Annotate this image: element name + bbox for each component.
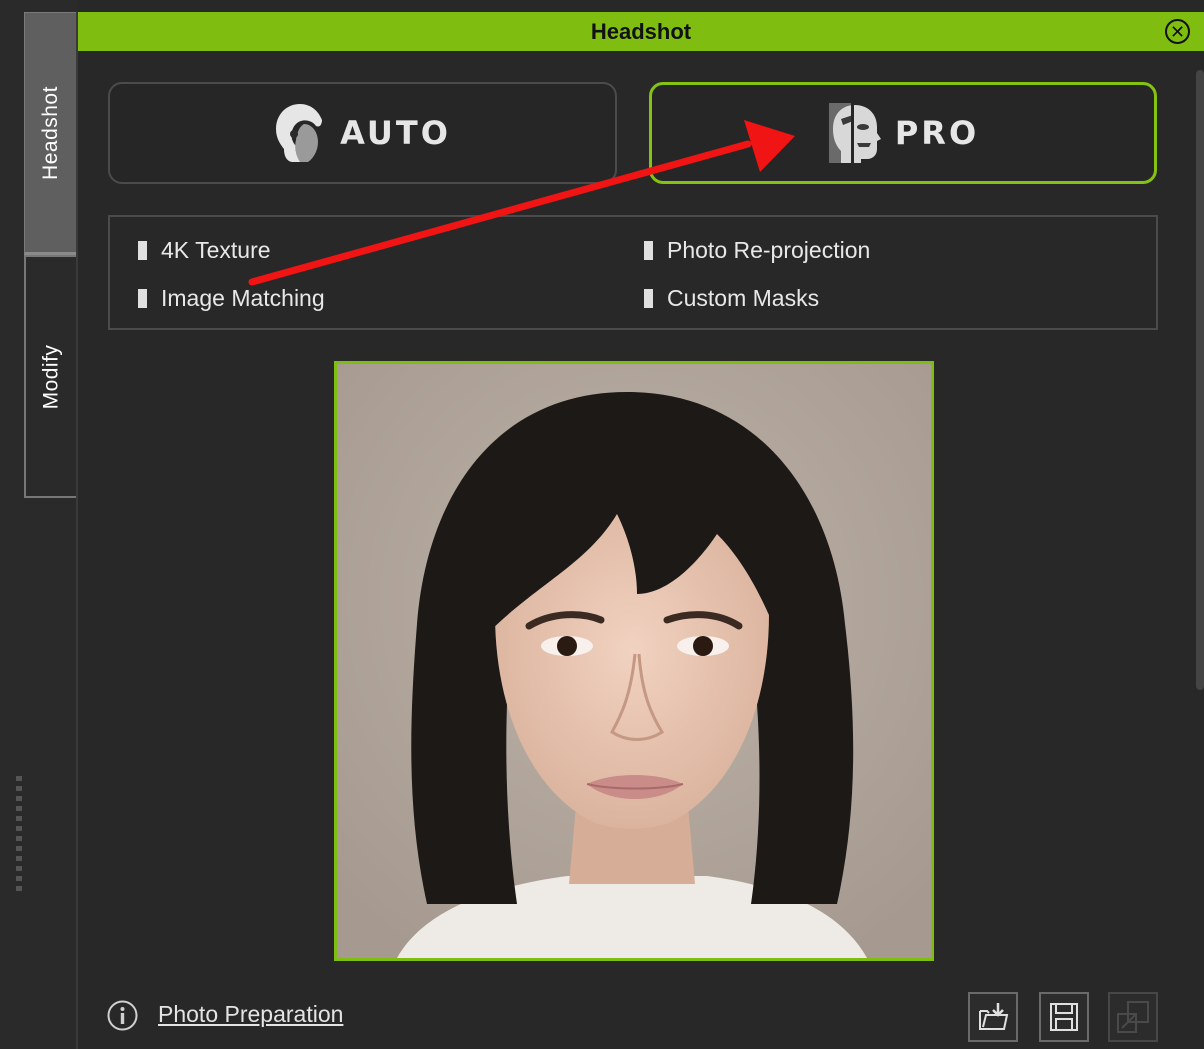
side-tab-modify[interactable]: Modify [24, 255, 78, 498]
feature-custom-masks: Custom Masks [644, 285, 819, 312]
save-button[interactable] [1039, 992, 1089, 1042]
title-bar: Headshot ✕ [78, 12, 1204, 51]
info-icon[interactable] [107, 1000, 138, 1031]
feature-label: Custom Masks [667, 285, 820, 311]
load-photo-button[interactable] [968, 992, 1018, 1042]
close-icon[interactable]: ✕ [1165, 19, 1190, 44]
feature-image-matching: Image Matching [138, 285, 325, 312]
bullet-icon [644, 241, 653, 260]
feature-label: Image Matching [161, 285, 325, 311]
pro-face-icon [828, 103, 881, 163]
scrollbar[interactable] [1196, 70, 1204, 690]
export-icon [1117, 1001, 1149, 1033]
auto-face-icon [276, 104, 323, 162]
auto-mode-label: AUTO [340, 114, 451, 152]
feature-label: 4K Texture [161, 237, 271, 263]
side-rail: Headshot Modify [0, 0, 78, 1049]
portrait-illustration [337, 364, 931, 958]
auto-mode-button[interactable]: AUTO [108, 82, 617, 184]
feature-photo-reprojection: Photo Re-projection [644, 237, 870, 264]
side-tab-headshot-label: Headshot [39, 85, 62, 180]
photo-preparation-link[interactable]: Photo Preparation [158, 1001, 343, 1028]
feature-4k-texture: 4K Texture [138, 237, 271, 264]
resize-grip[interactable] [16, 776, 22, 892]
bullet-icon [138, 289, 147, 308]
side-tab-headshot[interactable]: Headshot [24, 12, 78, 255]
panel-title: Headshot [590, 18, 692, 44]
pro-mode-button[interactable]: PRO [649, 82, 1157, 184]
feature-label: Photo Re-projection [667, 237, 871, 263]
floppy-disk-icon [1050, 1003, 1078, 1031]
bullet-icon [644, 289, 653, 308]
pro-features-list: 4K Texture Photo Re-projection Image Mat… [108, 215, 1158, 330]
side-tab-modify-label: Modify [39, 344, 63, 409]
pro-mode-label: PRO [894, 114, 980, 152]
bullet-icon [138, 241, 147, 260]
folder-download-icon [979, 1003, 1009, 1030]
headshot-panel: Headshot ✕ AUTO PRO 4K Texture Photo Re-… [78, 12, 1204, 1049]
headshot-photo[interactable] [334, 361, 934, 961]
export-button[interactable] [1108, 992, 1158, 1042]
